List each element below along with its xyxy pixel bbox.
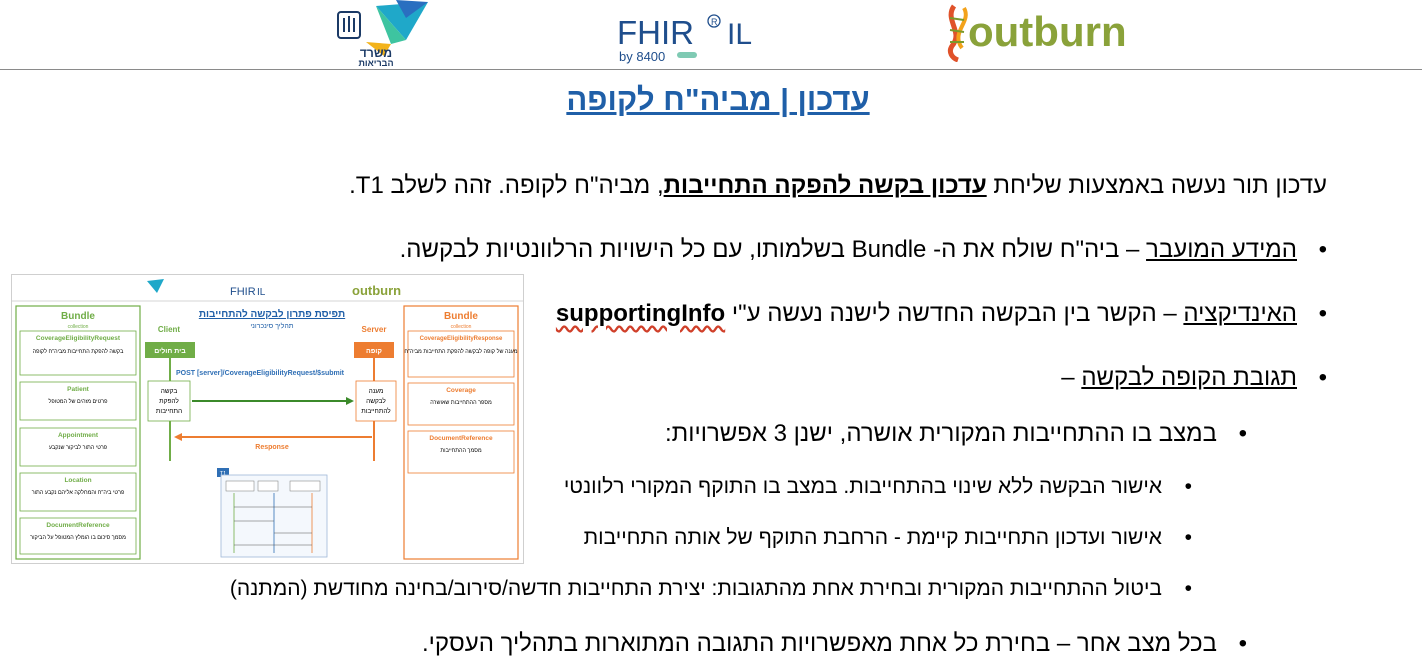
bullet-dot: • (1238, 630, 1247, 657)
svg-text:מספר ההתחייבות שאושרה: מספר ההתחייבות שאושרה (430, 400, 492, 406)
svg-text:Coverage: Coverage (446, 387, 476, 394)
svg-text:CoverageEligibilityRequest: CoverageEligibilityRequest (36, 335, 121, 342)
sub-bullet-approved: • במצב בו ההתחייבות המקורית אושרה, ישנן 3… (665, 420, 1247, 448)
intro-paragraph: עדכון תור נעשה באמצעות שליחת עדכון בקשה … (349, 172, 1327, 200)
svg-text:collection: collection (451, 324, 472, 330)
header-divider (0, 69, 1422, 70)
left-bundle-item: Appointment פרטי התור לביקור שנקבע (19, 427, 137, 467)
svg-text:פרטים מזהים של המטופל: פרטים מזהים של המטופל (49, 398, 109, 405)
svg-text:Patient: Patient (67, 386, 90, 393)
right-bundle-item: CoverageEligibilityResponse מענה של קופה… (404, 330, 518, 378)
svg-text:להפקת: להפקת (159, 397, 179, 405)
bullet-text: – ביה"ח שולח את ה- Bundle בשלמותו, עם כל… (399, 236, 1147, 263)
svg-text:Response: Response (255, 444, 289, 451)
supporting-info-code: supportingInfo (555, 300, 726, 327)
svg-text:מסמך סיכום בו הומלץ המטופל על: מסמך סיכום בו הומלץ המטופל על הביקור (30, 534, 126, 541)
option-3: • ביטול ההתחייבות המקורית ובחירת אחת מהתג… (230, 577, 1192, 601)
svg-text:פרטי התור לביקור שנקבע: פרטי התור לביקור שנקבע (49, 444, 108, 451)
svg-text:Server: Server (362, 325, 387, 334)
thumb-fhir-logo: FHIR (230, 286, 256, 298)
outburn-logo-text: outburn (968, 8, 1127, 55)
intro-bold: עדכון בקשה להפקה התחייבות (663, 172, 987, 199)
fhir-il-logo: FHIR R IL by 8400 (615, 10, 760, 65)
bullet-dot: • (1184, 475, 1192, 498)
fhir-logo-word: FHIR (617, 14, 694, 51)
bullet-dot: • (1238, 420, 1247, 447)
left-bundle-item: Location פרטי ביה"ח והמחלקה אליהם נקבע ה… (19, 472, 137, 512)
bullet-info-transferred: • המידע המועבר – ביה"ח שולח את ה- Bundle … (400, 236, 1327, 264)
svg-text:לבקשה: לבקשה (366, 397, 386, 405)
svg-text:Bundle: Bundle (61, 311, 95, 322)
bullet-dot: • (1318, 300, 1327, 327)
bullet-hmo-response: • תגובת הקופה לבקשה – (1061, 364, 1327, 392)
option-2: • אישור ועדכון התחייבות קיימת - הרחבת התו… (584, 526, 1192, 550)
left-bundle-item: DocumentReference מסמך סיכום בו הומלץ המ… (19, 517, 137, 555)
bullet-label: תגובת הקופה לבקשה (1081, 364, 1297, 391)
ministry-of-health-logo: משרד הבריאות (336, 0, 436, 68)
svg-text:R: R (711, 17, 718, 27)
svg-text:בית חולים: בית חולים (154, 347, 186, 355)
sub-bullet-other: • בכל מצב אחר – בחירת כל אחת מאפשרויות הת… (422, 630, 1247, 658)
svg-text:Client: Client (158, 325, 181, 334)
svg-text:collection: collection (68, 324, 89, 330)
svg-text:מענה של קופה לבקשה להפקת התחיי: מענה של קופה לבקשה להפקת התחייבות מביה"ח (404, 348, 517, 355)
bullet-dot: • (1184, 577, 1192, 600)
svg-text:להתחייבות: להתחייבות (361, 407, 391, 415)
svg-text:קופה: קופה (366, 348, 382, 355)
left-bundle-item: Patient פרטים מזהים של המטופל (19, 381, 137, 421)
left-bundle-item: CoverageEligibilityRequest בקשה להפקת הת… (19, 330, 137, 376)
logo-header: משרד הבריאות FHIR R IL by 8400 outburn (0, 0, 1422, 70)
svg-text:DocumentReference: DocumentReference (46, 522, 110, 529)
option-text: אישור ועדכון התחייבות קיימת - הרחבת התוק… (583, 526, 1162, 549)
fhir-logo-sub: by 8400 (619, 49, 665, 64)
moh-logo-text-2: הבריאות (358, 58, 393, 68)
right-bundle-item: DocumentReference מסמך ההתחייבות (407, 430, 515, 474)
option-1: • אישור הבקשה ללא שינוי בהתחייבות. במצב ב… (564, 475, 1192, 499)
svg-text:בקשה: בקשה (161, 388, 178, 395)
bullet-dot: • (1184, 526, 1192, 549)
svg-text:בקשה להפקת התחייבות מביה"ח לקו: בקשה להפקת התחייבות מביה"ח לקופה (33, 348, 124, 355)
option-text: אישור הבקשה ללא שינוי בהתחייבות. במצב בו… (563, 475, 1162, 498)
right-bundle-item: Coverage מספר ההתחייבות שאושרה (407, 382, 515, 426)
bullet-dot: • (1318, 236, 1327, 263)
bullet-text: – הקשר בין הבקשה החדשה לישנה נעשה ע"י (725, 300, 1184, 327)
svg-text:פרטי ביה"ח והמחלקה אליהם נקבע: פרטי ביה"ח והמחלקה אליהם נקבע התור (32, 489, 125, 496)
bullet-label: המידע המועבר (1146, 236, 1297, 263)
bullet-text: – (1061, 364, 1082, 391)
solution-diagram-thumbnail: FHIR IL outburn Bundle collection Covera… (11, 274, 524, 564)
svg-text:מענה: מענה (369, 388, 384, 395)
svg-text:CoverageEligibilityResponse: CoverageEligibilityResponse (420, 336, 503, 342)
bullet-indication: • האינדיקציה – הקשר בין הבקשה החדשה לישנה… (556, 300, 1327, 328)
svg-text:תהליך סינכרוני: תהליך סינכרוני (250, 322, 293, 330)
intro-part1: עדכון תור נעשה באמצעות שליחת (986, 172, 1327, 199)
outburn-logo: outburn (942, 2, 1127, 63)
fhir-logo-il: IL (727, 18, 752, 51)
svg-text:Location: Location (64, 477, 91, 484)
svg-text:מסמך ההתחייבות: מסמך ההתחייבות (440, 448, 481, 454)
sub-bullet-text: בכל מצב אחר – בחירת כל אחת מאפשרויות התג… (421, 630, 1217, 657)
sub-bullet-text: במצב בו ההתחייבות המקורית אושרה, ישנן 3 … (664, 420, 1217, 447)
option-text: ביטול ההתחייבות המקורית ובחירת אחת מהתגו… (229, 577, 1162, 600)
svg-text:DocumentReference: DocumentReference (429, 435, 493, 442)
thumb-title: תפיסת פתרון לבקשה להתחייבות (199, 308, 345, 320)
svg-text:Appointment: Appointment (58, 432, 99, 439)
svg-text:IL: IL (257, 287, 266, 298)
bullet-label: האינדיקציה (1183, 300, 1297, 327)
intro-part2: , מביה"ח לקופה. זהה לשלב T1. (349, 172, 664, 199)
svg-text:התחייבות: התחייבות (156, 408, 182, 415)
svg-text:Bundle: Bundle (444, 311, 478, 322)
bullet-dot: • (1318, 364, 1327, 391)
svg-text:POST [server]/CoverageEligibil: POST [server]/CoverageEligibilityRequest… (176, 370, 345, 377)
thumb-outburn-logo: outburn (352, 283, 401, 298)
page-title: עדכון | מביה"ח לקופה (566, 82, 870, 117)
